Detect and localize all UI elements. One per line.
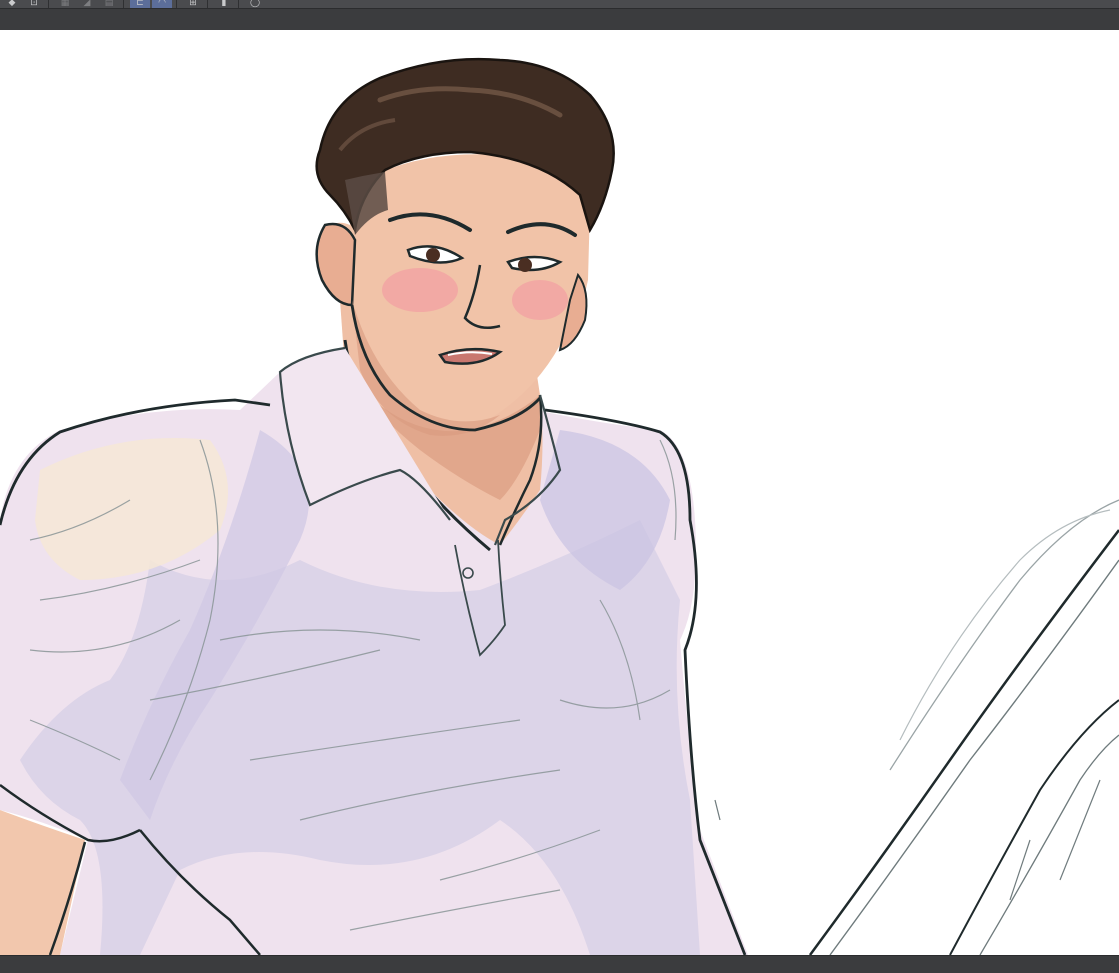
transform-icon[interactable]: ◆ [2, 0, 22, 8]
grid-icon[interactable]: ⊞ [183, 0, 203, 8]
ruler-icon[interactable]: ⊏ [130, 0, 150, 8]
frame-icon[interactable]: ⊡ [24, 0, 44, 8]
ear [315, 222, 357, 307]
lasso-icon[interactable]: ◠ [152, 0, 172, 8]
iris-right [518, 258, 532, 272]
drawing-canvas[interactable] [0, 30, 1119, 955]
select-all-icon[interactable]: ▦ [55, 0, 75, 8]
deselect-icon[interactable]: ◢ [77, 0, 97, 8]
iris-left [426, 248, 440, 262]
blush-right [512, 280, 568, 320]
toolbar-divider [123, 0, 124, 8]
artwork [0, 57, 1119, 955]
clear-icon[interactable]: ▮ [214, 0, 234, 8]
speech-bubble-icon[interactable]: ◯ [245, 0, 265, 8]
toolbar-divider [48, 0, 49, 8]
status-bar [0, 955, 1119, 973]
invert-icon[interactable]: ▤ [99, 0, 119, 8]
tool-property-bar [0, 9, 1119, 30]
arm-sketch [714, 499, 1119, 955]
toolbar-divider [176, 0, 177, 8]
command-bar: ◆ ⊡ ▦ ◢ ▤ ⊏ ◠ ⊞ ▮ ◯ [0, 0, 1119, 9]
blush-left [382, 268, 458, 312]
paint-app-window: ◆ ⊡ ▦ ◢ ▤ ⊏ ◠ ⊞ ▮ ◯ [0, 0, 1119, 973]
toolbar-divider [207, 0, 208, 8]
toolbar-divider [238, 0, 239, 8]
